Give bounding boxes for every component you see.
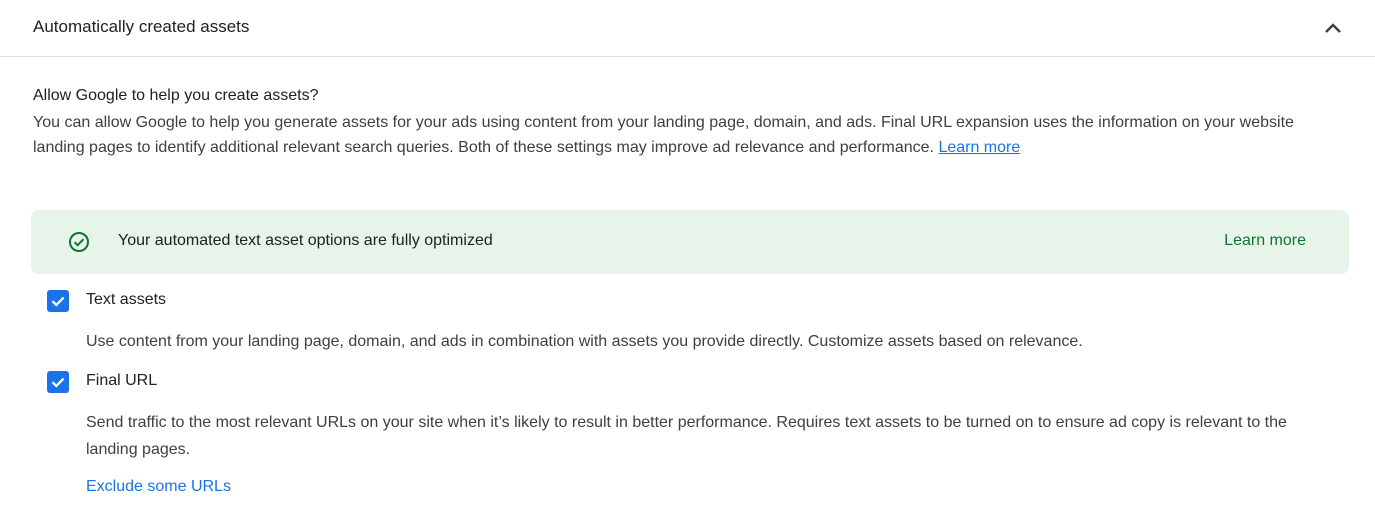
section-title: Automatically created assets [33, 17, 250, 36]
final-url-description: Send traffic to the most relevant URLs o… [86, 414, 1287, 458]
banner-message: Your automated text asset options are fu… [118, 232, 493, 249]
intro-title: Allow Google to help you create assets? [33, 87, 319, 104]
banner-learn-more-link[interactable]: Learn more [1224, 232, 1306, 250]
chevron-up-icon [1325, 23, 1341, 33]
checkmark-icon [51, 296, 65, 307]
text-assets-description: Use content from your landing page, doma… [86, 333, 1083, 350]
text-assets-label[interactable]: Text assets [86, 291, 166, 309]
intro-learn-more-link[interactable]: Learn more [938, 139, 1020, 156]
check-circle-icon [69, 232, 89, 252]
checkmark-icon [51, 377, 65, 388]
final-url-checkbox[interactable] [47, 371, 69, 393]
intro-description-text: You can allow Google to help you generat… [33, 114, 1294, 156]
optimization-banner: Your automated text asset options are fu… [31, 210, 1349, 274]
section-header[interactable]: Automatically created assets [0, 0, 1375, 57]
exclude-urls-link[interactable]: Exclude some URLs [86, 478, 231, 496]
collapse-button[interactable] [1316, 11, 1350, 45]
text-assets-checkbox[interactable] [47, 290, 69, 312]
intro-description: You can allow Google to help you generat… [33, 111, 1333, 160]
final-url-label[interactable]: Final URL [86, 372, 157, 390]
